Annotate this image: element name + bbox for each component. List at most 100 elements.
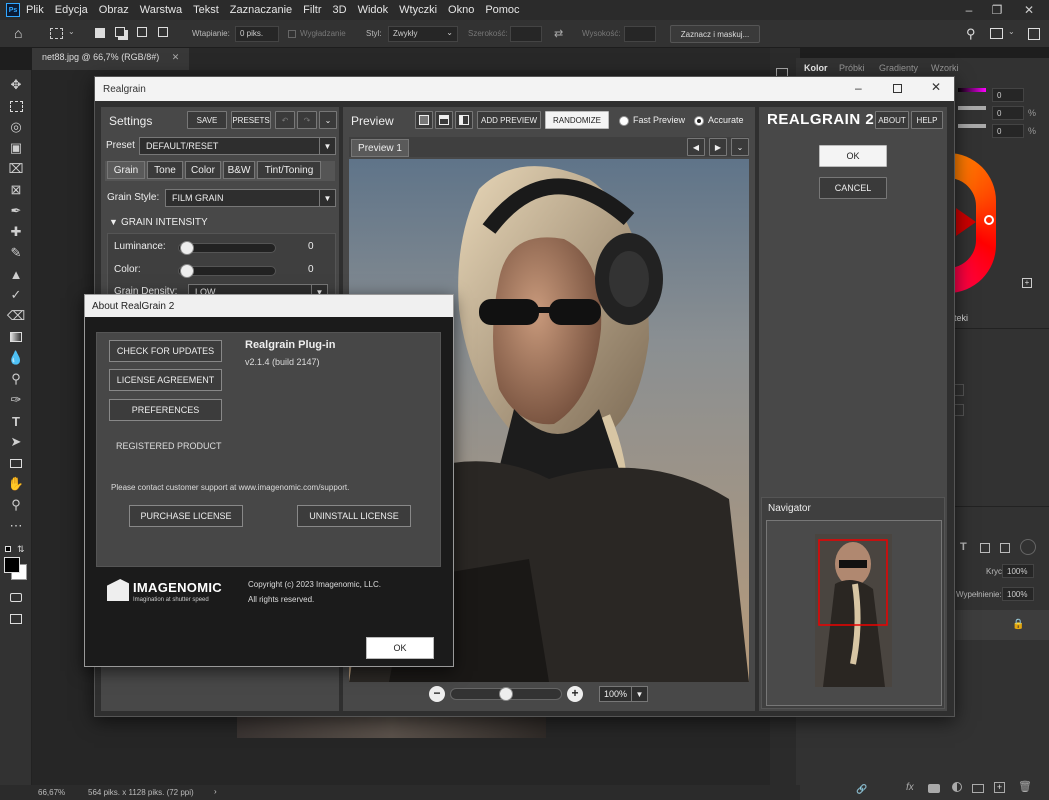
filter-toggle[interactable] — [1020, 539, 1036, 555]
object-selection-icon[interactable]: ▣ — [7, 139, 25, 157]
tab-kolor[interactable]: Kolor — [804, 63, 828, 73]
rectangle-icon[interactable] — [7, 454, 25, 472]
document-tab[interactable]: net88.jpg @ 66,7% (RGB/8#) ✕ — [32, 48, 190, 70]
split-vertical-icon[interactable] — [455, 111, 473, 129]
tab-gradienty[interactable]: Gradienty — [879, 63, 918, 73]
style-select[interactable]: Zwykły ⌄ — [388, 26, 458, 42]
mask-icon[interactable] — [928, 784, 940, 793]
about-ok-button[interactable]: OK — [366, 637, 434, 659]
quick-mask-icon[interactable] — [7, 588, 25, 606]
undo-icon[interactable]: ↶ — [275, 111, 295, 129]
workspace-chevron-icon[interactable]: ⌄ — [1008, 27, 1015, 36]
color-slider-g[interactable] — [958, 106, 986, 110]
cancel-button[interactable]: CANCEL — [819, 177, 887, 199]
check-for-updates-button[interactable]: CHECK FOR UPDATES — [109, 340, 222, 362]
zoom-level[interactable]: 66,67% — [38, 788, 65, 797]
tab-bw[interactable]: B&W — [223, 161, 255, 179]
width-input[interactable] — [510, 26, 542, 42]
move-tool-icon[interactable]: ✥ — [7, 76, 25, 94]
menu-filtr[interactable]: Filtr — [303, 4, 321, 16]
preferences-button[interactable]: PREFERENCES — [109, 399, 222, 421]
menu-tekst[interactable]: Tekst — [193, 4, 219, 16]
color-triangle[interactable] — [956, 208, 976, 236]
zoom-dropdown[interactable]: 100% ▼ — [599, 686, 648, 702]
frame-icon[interactable]: ⊠ — [7, 181, 25, 199]
select-and-mask-button[interactable]: Zaznacz i maskuj... — [670, 25, 760, 43]
about-button[interactable]: ABOUT — [875, 111, 909, 129]
subtract-selection-icon[interactable] — [137, 27, 147, 37]
split-horizontal-icon[interactable] — [435, 111, 453, 129]
tab-grain[interactable]: Grain — [107, 161, 145, 179]
single-view-icon[interactable] — [415, 111, 433, 129]
minimize-icon[interactable]: – — [956, 0, 982, 20]
more-tools-icon[interactable]: ⋯ — [7, 517, 25, 535]
tab-color[interactable]: Color — [185, 161, 221, 179]
crop-icon[interactable]: ⌧ — [7, 160, 25, 178]
home-icon[interactable]: ⌂ — [14, 25, 32, 43]
preset-dropdown[interactable]: DEFAULT/RESET ▼ — [139, 137, 336, 155]
menu-widok[interactable]: Widok — [358, 4, 389, 16]
purchase-license-button[interactable]: PURCHASE LICENSE — [129, 505, 243, 527]
menu-plik[interactable]: Plik — [26, 4, 44, 16]
layer-row[interactable] — [954, 610, 1049, 640]
zoom-icon[interactable]: ⚲ — [7, 496, 25, 514]
panel-field[interactable] — [954, 404, 964, 416]
swap-colors-icon[interactable]: ⇅ — [17, 544, 25, 555]
search-icon[interactable]: ⚲ — [966, 26, 976, 42]
link-layers-icon[interactable]: 🔗 — [856, 784, 867, 795]
menu-obraz[interactable]: Obraz — [99, 4, 129, 16]
ok-button[interactable]: OK — [819, 145, 887, 167]
opacity-input[interactable]: 100% — [1002, 564, 1034, 578]
menu-wtyczki[interactable]: Wtyczki — [399, 4, 437, 16]
eyedropper-icon[interactable]: ✒ — [7, 202, 25, 220]
luminance-knob[interactable] — [180, 241, 194, 255]
close-icon[interactable]: ✕ — [931, 80, 941, 94]
adjustment-layer-icon[interactable] — [952, 782, 962, 792]
color-knob[interactable] — [180, 264, 194, 278]
hand-icon[interactable]: ✋ — [7, 475, 25, 493]
type-tool-icon[interactable]: T — [7, 412, 25, 430]
new-layer-icon[interactable]: + — [994, 782, 1005, 793]
tab-tone[interactable]: Tone — [147, 161, 183, 179]
navigator-thumbnail[interactable] — [815, 534, 892, 687]
save-button[interactable]: SAVE — [187, 111, 227, 129]
section-collapse-icon[interactable]: ▼ — [109, 217, 118, 227]
restore-icon[interactable]: ❐ — [984, 0, 1010, 20]
help-button[interactable]: HELP — [911, 111, 943, 129]
foreground-color-swatch[interactable] — [4, 557, 20, 573]
accurate-radio[interactable] — [694, 116, 704, 126]
color-value-1[interactable]: 0 — [992, 88, 1024, 102]
redo-icon[interactable]: ↷ — [297, 111, 317, 129]
tab-wzorki[interactable]: Wzorki — [931, 63, 959, 73]
blur-icon[interactable]: 💧 — [7, 349, 25, 367]
color-value-2[interactable]: 0 — [992, 106, 1024, 120]
menu-edycja[interactable]: Edycja — [55, 4, 88, 16]
presets-button[interactable]: PRESETS — [231, 111, 271, 129]
settings-chevron-icon[interactable]: ⌄ — [319, 111, 337, 129]
chevron-down-icon[interactable]: ⌄ — [68, 27, 75, 36]
randomize-button[interactable]: RANDOMIZE — [545, 111, 609, 129]
tab-tint-toning[interactable]: Tint/Toning — [257, 161, 321, 179]
fill-input[interactable]: 100% — [1002, 587, 1034, 601]
maximize-icon[interactable] — [893, 84, 902, 93]
fx-icon[interactable]: fx — [906, 782, 914, 793]
default-colors-icon[interactable] — [5, 546, 11, 552]
zoom-knob[interactable] — [499, 687, 513, 701]
height-input[interactable] — [624, 26, 656, 42]
close-tab-icon[interactable]: ✕ — [172, 52, 180, 62]
zoom-out-icon[interactable]: − — [429, 686, 445, 702]
history-brush-icon[interactable]: ✓ — [7, 286, 25, 304]
color-slider-b[interactable] — [958, 124, 986, 128]
brush-icon[interactable]: ✎ — [7, 244, 25, 262]
add-icon[interactable]: + — [1022, 278, 1032, 288]
marquee-tool-icon[interactable] — [50, 28, 63, 39]
group-icon[interactable] — [972, 784, 984, 793]
color-value-3[interactable]: 0 — [992, 124, 1024, 138]
tab-probki[interactable]: Próbki — [839, 63, 865, 73]
menu-zaznaczanie[interactable]: Zaznaczanie — [230, 4, 292, 16]
license-agreement-button[interactable]: LICENSE AGREEMENT — [109, 369, 222, 391]
path-selection-icon[interactable]: ➤ — [7, 433, 25, 451]
prev-tab-icon[interactable]: ◀ — [687, 138, 705, 156]
intersect-selection-icon[interactable] — [158, 27, 168, 37]
antialias-checkbox[interactable] — [288, 30, 296, 38]
